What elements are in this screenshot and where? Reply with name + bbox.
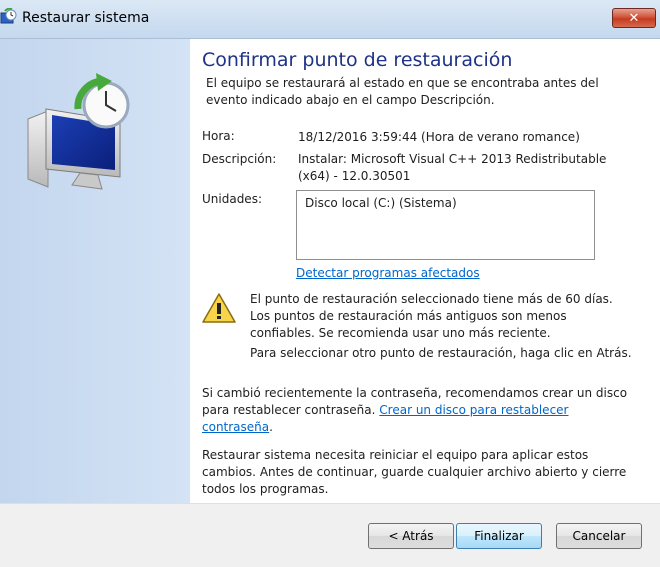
system-restore-window: Restaurar sistema ✕ Confirmar punto de r… (0, 0, 660, 567)
password-paragraph: Si cambió recientemente la contraseña, r… (202, 386, 628, 434)
descripcion-value: Instalar: Microsoft Visual C++ 2013 Redi… (298, 152, 607, 183)
finish-button[interactable]: Finalizar (456, 523, 542, 549)
detect-affected-programs-link[interactable]: Detectar programas afectados (296, 266, 480, 280)
hora-label: Hora: (202, 129, 235, 143)
button-bar: < Atrás Finalizar Cancelar (0, 503, 660, 567)
system-restore-monitor-icon (27, 73, 130, 190)
warning-icon (202, 293, 236, 323)
window-title: Restaurar sistema (22, 10, 150, 26)
drives-list[interactable]: Disco local (C:) (Sistema) (296, 190, 595, 260)
subtitle-text: El equipo se restaurará al estado en que… (206, 76, 599, 107)
unidades-label: Unidades: (202, 192, 262, 206)
left-panel (0, 39, 190, 503)
descripcion-label: Descripción: (202, 152, 277, 166)
warning-text: El punto de restauración seleccionado ti… (250, 292, 613, 340)
restart-paragraph: Restaurar sistema necesita reiniciar el … (202, 448, 627, 496)
back-hint-text: Para seleccionar otro punto de restaurac… (250, 346, 632, 360)
back-button[interactable]: < Atrás (368, 523, 454, 549)
list-item[interactable]: Disco local (C:) (Sistema) (305, 196, 586, 210)
title-bar: Restaurar sistema ✕ (0, 0, 660, 39)
hora-value: 18/12/2016 3:59:44 (Hora de verano roman… (298, 130, 580, 144)
content-area: Confirmar punto de restauración El equip… (190, 39, 660, 503)
cancel-button[interactable]: Cancelar (556, 523, 642, 549)
page-title: Confirmar punto de restauración (202, 49, 513, 71)
close-button[interactable]: ✕ (612, 8, 656, 28)
system-restore-icon (0, 8, 17, 24)
